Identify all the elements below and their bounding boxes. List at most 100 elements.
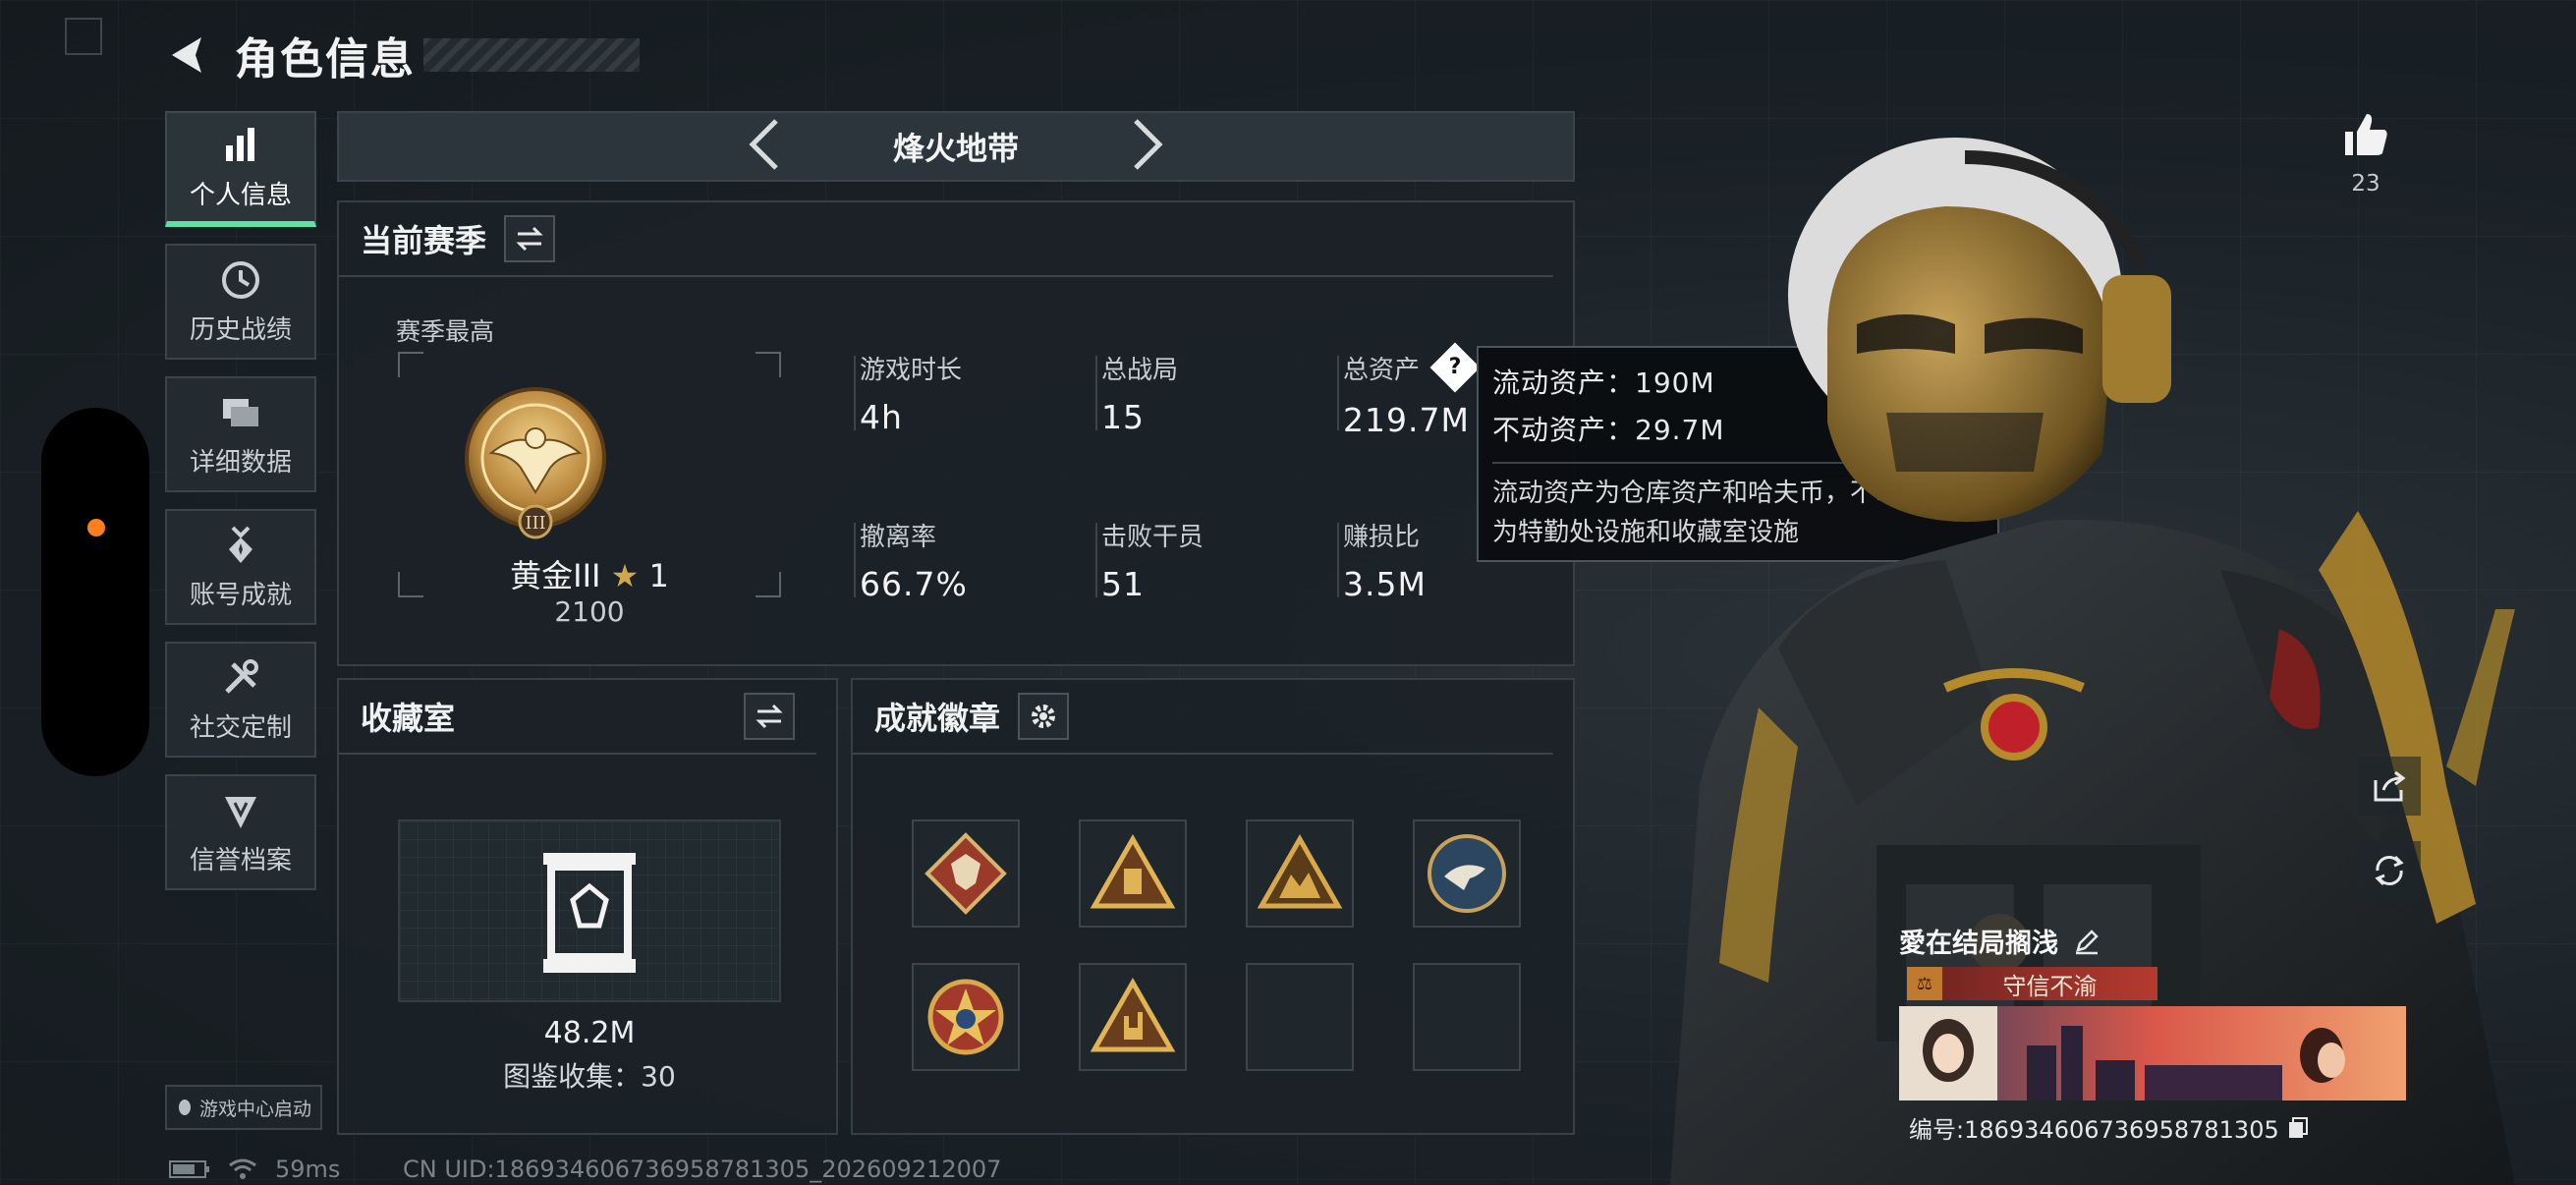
stat-operators-defeated: 击败干员 51 bbox=[1094, 517, 1204, 603]
badges-title: 成就徽章 bbox=[874, 700, 1001, 737]
badges-header: 成就徽章 bbox=[853, 680, 1553, 755]
nav-item-achievements[interactable]: 账号成就 bbox=[165, 509, 316, 625]
nav-label: 个人信息 bbox=[189, 180, 292, 210]
rank-name: 黄金III ★ 1 bbox=[339, 551, 840, 596]
collection-count: 图鉴收集：30 bbox=[503, 1060, 676, 1093]
player-title: 守信不渝 bbox=[2002, 972, 2098, 1000]
screen-notch bbox=[41, 408, 149, 776]
season-header: 当前赛季 bbox=[339, 202, 1553, 277]
nav-item-social[interactable]: 社交定制 bbox=[165, 642, 316, 758]
collection-title: 收藏室 bbox=[361, 700, 456, 737]
game-center-label: 游戏中心启动 bbox=[198, 1098, 311, 1120]
nav-label: 历史战绩 bbox=[189, 314, 292, 345]
stat-label: 击败干员 bbox=[1101, 523, 1204, 552]
player-title-tag: ⚖ 守信不渝 bbox=[1907, 967, 2157, 1000]
stat-label: 总战局 bbox=[1101, 356, 1179, 385]
battery-icon bbox=[169, 1160, 209, 1178]
stat-total-matches: 总战局 15 bbox=[1094, 350, 1179, 436]
collection-header: 收藏室 bbox=[339, 680, 816, 755]
stat-extraction-rate: 撤离率 66.7% bbox=[854, 517, 968, 603]
edit-icon[interactable] bbox=[2072, 927, 2101, 956]
gold-rank-emblem-icon: III bbox=[465, 387, 606, 539]
hand-sign-badge-icon bbox=[1090, 977, 1176, 1052]
badge-slot[interactable] bbox=[1079, 963, 1187, 1071]
collection-panel: 收藏室 48.2M 图鉴收集：30 bbox=[337, 678, 838, 1135]
badges-panel: 成就徽章 bbox=[851, 678, 1575, 1135]
refresh-button[interactable] bbox=[2358, 841, 2421, 900]
swap-icon bbox=[516, 226, 543, 252]
switch-collection-button[interactable] bbox=[744, 693, 795, 740]
stat-total-assets: 总资产 ? 219.7M bbox=[1336, 342, 1481, 439]
player-banner-image[interactable] bbox=[1899, 1006, 2406, 1100]
stat-value: 66.7% bbox=[860, 565, 968, 603]
folders-icon bbox=[223, 398, 258, 426]
like-count: 23 bbox=[2351, 171, 2380, 197]
back-arrow-icon[interactable] bbox=[162, 29, 213, 81]
stat-label: 撤离率 bbox=[860, 523, 937, 552]
wifi-icon bbox=[229, 1158, 256, 1179]
stat-label: 游戏时长 bbox=[860, 356, 963, 385]
badge-slot[interactable] bbox=[1079, 819, 1187, 928]
switch-season-button[interactable] bbox=[504, 215, 556, 262]
copy-icon[interactable] bbox=[2287, 1116, 2311, 1140]
like-button[interactable]: 23 bbox=[2336, 108, 2395, 197]
tools-icon bbox=[225, 658, 258, 694]
mode-selector: 烽火地带 bbox=[337, 111, 1575, 182]
display-case-icon bbox=[543, 853, 636, 973]
nav-label: 信誉档案 bbox=[189, 845, 292, 875]
stat-value: 219.7M bbox=[1343, 400, 1470, 439]
badge-settings-button[interactable] bbox=[1018, 693, 1070, 740]
nav-label: 详细数据 bbox=[189, 447, 292, 478]
share-button[interactable] bbox=[2358, 757, 2421, 816]
page-header: 角色信息 bbox=[162, 26, 640, 85]
star-medal-badge-icon bbox=[927, 979, 1004, 1055]
refresh-icon bbox=[2375, 855, 2404, 886]
next-mode-button[interactable] bbox=[1128, 117, 1167, 176]
stat-value: 51 bbox=[1101, 565, 1145, 603]
indicator-dot bbox=[87, 519, 105, 536]
player-uid-row: 编号:18693460673695878​1305 bbox=[1909, 1110, 2311, 1145]
player-name-row: 愛在结局搁浅 bbox=[1899, 922, 2101, 960]
stat-label: 赚损比 bbox=[1343, 523, 1421, 552]
star-icon: ★ bbox=[610, 557, 640, 594]
penguin-icon bbox=[178, 1100, 191, 1115]
stat-playtime: 游戏时长 4h bbox=[853, 350, 963, 436]
stat-value: 15 bbox=[1101, 398, 1145, 436]
season-panel: 当前赛季 赛季最高 III 黄金III ★ 1 2100 游戏时长 4h 总战局… bbox=[337, 200, 1575, 666]
badge-grid bbox=[912, 819, 1521, 1071]
player-uid: 编号:18693460673695878​1305 bbox=[1909, 1116, 2279, 1144]
svg-text:III: III bbox=[525, 513, 545, 534]
bar-chart-icon bbox=[226, 127, 254, 161]
badge-slot[interactable] bbox=[912, 963, 1020, 1071]
stat-label: 总资产 ? bbox=[1343, 342, 1481, 392]
badge-slot[interactable] bbox=[1246, 819, 1354, 928]
empty-badge-slot[interactable] bbox=[1413, 963, 1521, 1071]
side-nav: 个人信息 历史战绩 详细数据 账号成就 社交定制 信誉档案 bbox=[165, 111, 317, 907]
badge-slot[interactable] bbox=[1413, 819, 1521, 928]
prev-mode-button[interactable] bbox=[745, 117, 784, 176]
title-emblem-icon: ⚖ bbox=[1907, 967, 1942, 1000]
nav-label: 社交定制 bbox=[189, 712, 292, 743]
share-icon bbox=[2374, 770, 2406, 802]
badge-slot[interactable] bbox=[912, 819, 1020, 928]
rank-stars: 1 bbox=[648, 557, 669, 594]
nav-item-credit[interactable]: 信誉档案 bbox=[165, 774, 316, 890]
rank-title: 黄金III bbox=[510, 557, 601, 594]
nav-item-detailed-data[interactable]: 详细数据 bbox=[165, 376, 316, 492]
stat-profit-ratio: 赚损比 3.5M bbox=[1337, 517, 1427, 603]
shield-icon bbox=[225, 796, 256, 828]
triangle-badge-icon bbox=[1090, 833, 1176, 909]
empty-badge-slot[interactable] bbox=[1246, 963, 1354, 1071]
chevron-right-icon bbox=[1134, 119, 1163, 170]
nav-item-history[interactable]: 历史战绩 bbox=[165, 244, 316, 360]
ping-value: 59ms bbox=[275, 1156, 341, 1183]
stat-label-text: 总资产 bbox=[1343, 356, 1421, 385]
game-center-button[interactable]: 游戏中心启动 bbox=[165, 1085, 322, 1130]
stat-value: 3.5M bbox=[1343, 565, 1427, 603]
wolf-badge-icon bbox=[924, 832, 1007, 915]
swap-icon bbox=[756, 704, 783, 729]
uid-text: CN UID:18693460673695878​1305_2026092120… bbox=[403, 1156, 1002, 1183]
nav-item-personal-info[interactable]: 个人信息 bbox=[165, 111, 316, 227]
status-bar: 59ms bbox=[169, 1156, 340, 1183]
help-icon[interactable]: ? bbox=[1429, 342, 1481, 392]
